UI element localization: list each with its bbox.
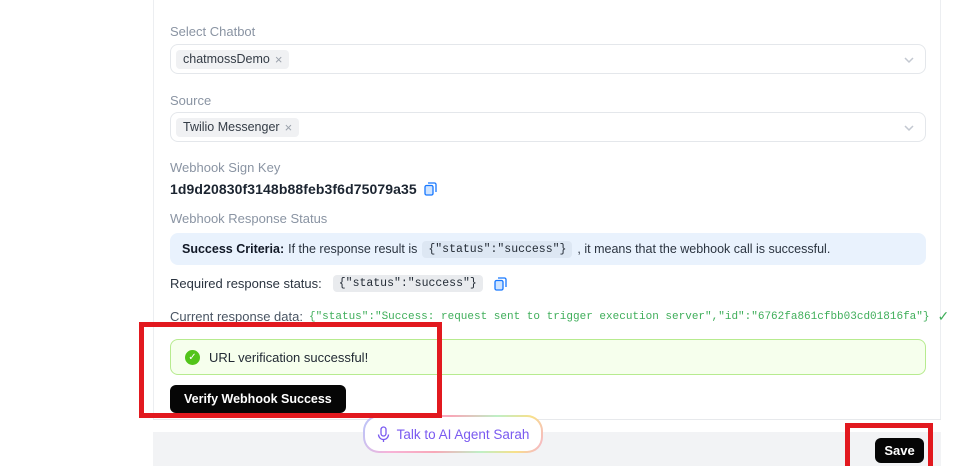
url-verification-alert-text: URL verification successful!	[209, 350, 368, 365]
chatbot-select[interactable]: chatmossDemo ×	[170, 44, 926, 74]
success-check-icon: ✓	[937, 308, 949, 325]
chevron-down-icon	[903, 122, 915, 134]
verify-webhook-button[interactable]: Verify Webhook Success	[170, 385, 346, 413]
source-label: Source	[170, 93, 211, 108]
source-tag: Twilio Messenger ×	[176, 118, 299, 137]
required-response-code: {"status":"success"}	[333, 275, 483, 292]
success-criteria-text-pre: If the response result is	[288, 242, 417, 256]
select-chatbot-label: Select Chatbot	[170, 24, 255, 39]
talk-to-agent-label: Talk to AI Agent Sarah	[397, 427, 530, 442]
footer-bar	[153, 432, 941, 466]
current-response-row: Current response data: {"status":"Succes…	[170, 308, 949, 325]
talk-to-agent-button[interactable]: Talk to AI Agent Sarah	[363, 415, 543, 453]
success-criteria-code: {"status":"success"}	[422, 241, 572, 258]
chatbot-tag: chatmossDemo ×	[176, 50, 289, 69]
chatbot-tag-label: chatmossDemo	[183, 53, 270, 66]
source-tag-label: Twilio Messenger	[183, 121, 280, 134]
webhook-response-status-label: Webhook Response Status	[170, 211, 327, 226]
webhook-sign-key-label: Webhook Sign Key	[170, 160, 280, 175]
copy-icon[interactable]	[494, 277, 507, 291]
footer-divider	[153, 419, 941, 420]
source-tag-remove-icon[interactable]: ×	[285, 121, 293, 134]
success-criteria-note: Success Criteria: If the response result…	[170, 233, 926, 265]
webhook-settings-page: Select Chatbot chatmossDemo × Source Twi…	[0, 0, 974, 466]
save-button[interactable]: Save	[875, 438, 924, 463]
microphone-icon	[377, 426, 390, 443]
success-criteria-title: Success Criteria:	[182, 242, 284, 256]
chevron-down-icon	[903, 54, 915, 66]
current-response-label: Current response data:	[170, 309, 303, 324]
check-circle-icon: ✓	[185, 350, 200, 365]
webhook-sign-key-value: 1d9d20830f3148b88feb3f6d75079a35	[170, 181, 417, 197]
copy-icon[interactable]	[424, 182, 437, 196]
current-response-value: {"status":"Success: request sent to trig…	[309, 311, 930, 323]
required-response-label: Required response status:	[170, 276, 322, 291]
chatbot-tag-remove-icon[interactable]: ×	[275, 53, 283, 66]
required-response-row: Required response status: {"status":"suc…	[170, 275, 507, 292]
success-criteria-text-post: , it means that the webhook call is succ…	[577, 242, 830, 256]
source-select[interactable]: Twilio Messenger ×	[170, 112, 926, 142]
webhook-sign-key-row: 1d9d20830f3148b88feb3f6d75079a35	[170, 181, 437, 197]
url-verification-alert: ✓ URL verification successful!	[170, 339, 926, 375]
form-panel: Select Chatbot chatmossDemo × Source Twi…	[153, 0, 941, 420]
